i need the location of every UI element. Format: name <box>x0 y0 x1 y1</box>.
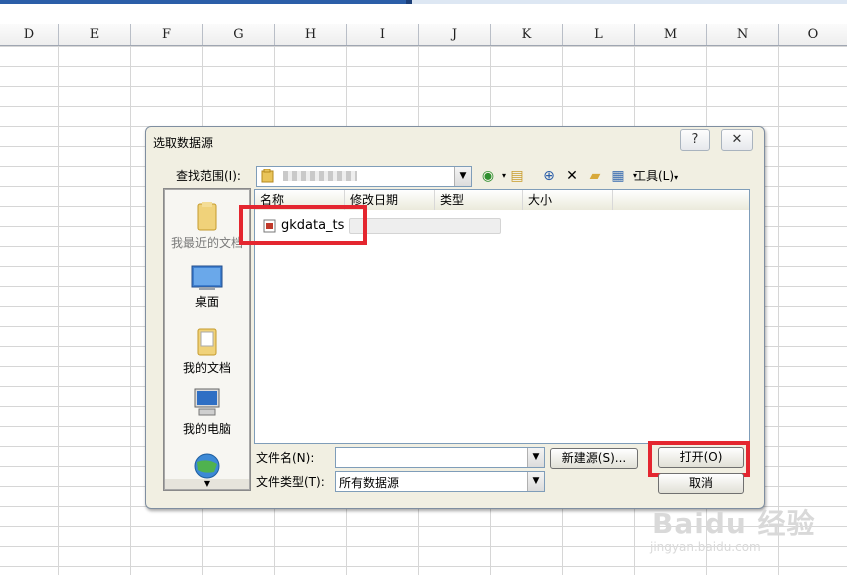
title-bar-fragment <box>0 0 412 4</box>
column-size-header[interactable]: 大小 <box>523 190 613 210</box>
grid-line <box>778 46 779 575</box>
column-header-f[interactable]: F <box>131 24 203 45</box>
column-type-header[interactable]: 类型 <box>435 190 523 210</box>
place-recent-documents[interactable]: 我最近的文档 <box>165 200 249 251</box>
computer-icon <box>194 388 220 416</box>
new-source-button[interactable]: 新建源(S)... <box>550 448 638 469</box>
place-label: 我的电脑 <box>182 422 231 436</box>
chevron-down-icon[interactable]: ▼ <box>454 167 471 186</box>
places-scroll-down[interactable]: ▼ <box>165 479 249 489</box>
top-strip <box>0 0 847 4</box>
back-icon[interactable]: ◉ <box>480 168 496 184</box>
filetype-value: 所有数据源 <box>339 476 400 490</box>
chevron-down-icon: ▾ <box>674 173 679 182</box>
select-data-source-dialog: 选取数据源 ? ✕ 查找范围(I): ▼ ◉ ▾ ▤ ⊕ ✕ ▰ ▦ ▾ 工具(… <box>145 126 765 509</box>
column-header-i[interactable]: I <box>347 24 419 45</box>
close-button[interactable]: ✕ <box>721 129 753 151</box>
highlight-file <box>239 205 367 245</box>
chevron-down-icon[interactable]: ▼ <box>527 448 544 467</box>
filename-input[interactable]: ▼ <box>335 447 545 468</box>
up-folder-icon[interactable]: ▤ <box>509 168 525 184</box>
blurred-path <box>283 171 357 181</box>
watermark-url: jingyan.baidu.com <box>650 540 761 554</box>
tools-menu[interactable]: 工具(L)▾ <box>634 167 678 184</box>
search-web-icon[interactable]: ⊕ <box>541 168 557 184</box>
place-my-documents[interactable]: 我的文档 <box>165 325 249 376</box>
column-header-n[interactable]: N <box>707 24 779 45</box>
filetype-label: 文件类型(T): <box>256 475 325 489</box>
place-label: 我的文档 <box>182 361 231 375</box>
filename-label: 文件名(N): <box>256 451 315 465</box>
views-icon[interactable]: ▦ <box>610 168 626 184</box>
lookin-label: 查找范围(I): <box>176 169 241 183</box>
chevron-down-icon[interactable]: ▼ <box>527 472 544 491</box>
column-empty-header <box>613 190 749 210</box>
network-globe-icon <box>194 453 220 479</box>
place-network[interactable] <box>165 452 249 482</box>
column-header-j[interactable]: J <box>419 24 491 45</box>
column-header-h[interactable]: H <box>275 24 347 45</box>
grid-line <box>58 46 59 575</box>
place-desktop[interactable]: 桌面 <box>165 265 249 310</box>
cancel-button[interactable]: 取消 <box>658 473 744 494</box>
column-header-d[interactable]: D <box>0 24 59 45</box>
new-folder-icon[interactable]: ▰ <box>587 168 603 184</box>
lookin-combo[interactable]: ▼ <box>256 166 472 187</box>
recent-folder-icon <box>197 202 217 231</box>
column-header-e[interactable]: E <box>59 24 131 45</box>
dialog-title: 选取数据源 <box>153 136 214 150</box>
folder-icon <box>261 168 274 183</box>
places-bar: 我最近的文档 桌面 我的文档 我的电脑 ▼ <box>163 188 251 491</box>
tools-menu-label: 工具(L) <box>634 169 675 183</box>
delete-icon[interactable]: ✕ <box>564 168 580 184</box>
my-documents-icon <box>197 328 217 356</box>
place-label: 桌面 <box>194 295 219 309</box>
filetype-select[interactable]: 所有数据源 ▼ <box>335 471 545 492</box>
highlight-open <box>648 441 750 477</box>
help-button[interactable]: ? <box>680 129 710 151</box>
column-header-k[interactable]: K <box>491 24 563 45</box>
column-header-g[interactable]: G <box>203 24 275 45</box>
watermark-logo: Baidu 经验 <box>652 507 816 540</box>
column-header-m[interactable]: M <box>635 24 707 45</box>
grid-line <box>130 46 131 575</box>
column-header-l[interactable]: L <box>563 24 635 45</box>
column-header-row: D E F G H I J K L M N O <box>0 24 847 46</box>
place-label: 我最近的文档 <box>170 236 243 250</box>
desktop-icon <box>191 265 223 290</box>
place-my-computer[interactable]: 我的电脑 <box>165 388 249 437</box>
row-selection <box>349 218 501 234</box>
column-header-o[interactable]: O <box>779 24 847 45</box>
